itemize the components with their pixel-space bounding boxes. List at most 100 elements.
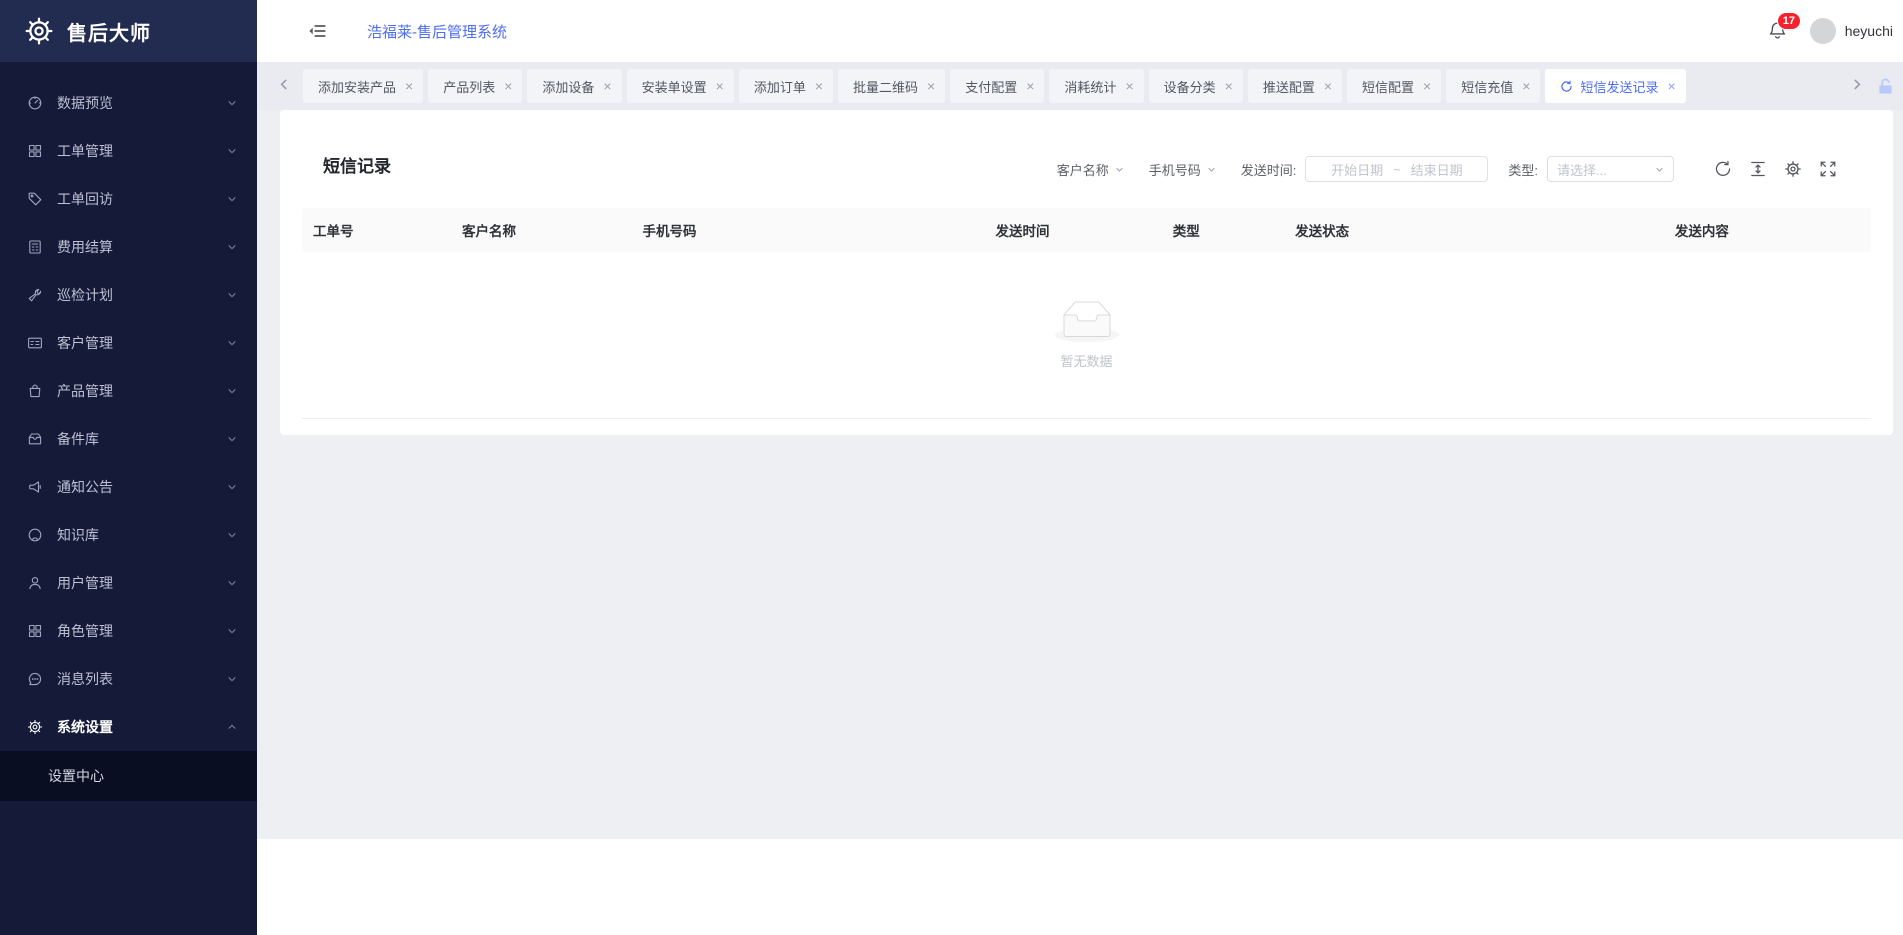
gear-logo-icon: [24, 16, 54, 46]
avatar[interactable]: [1810, 18, 1836, 44]
chevron-down-icon: [227, 386, 237, 396]
tab-close-icon[interactable]: ×: [1423, 79, 1431, 93]
tab-close-icon[interactable]: ×: [405, 79, 413, 93]
tabs-scroll-right-icon[interactable]: [1850, 78, 1866, 94]
tab-close-icon[interactable]: ×: [504, 79, 512, 93]
sidebar-item-users[interactable]: 用户管理: [0, 559, 257, 607]
tab-close-icon[interactable]: ×: [716, 79, 724, 93]
tab-add-install-product[interactable]: 添加安装产品 ×: [303, 69, 423, 103]
tab-close-icon[interactable]: ×: [1225, 79, 1233, 93]
column-header: 类型: [1162, 220, 1284, 240]
sidebar-item-announcements[interactable]: 通知公告: [0, 463, 257, 511]
customer-name-filter-dropdown[interactable]: 客户名称: [1057, 160, 1124, 179]
sidebar-item-inspection-plan[interactable]: 巡检计划: [0, 271, 257, 319]
sidebar-item-label: 工单回访: [57, 189, 227, 209]
tab-label: 安装单设置: [642, 77, 707, 96]
tab-close-icon[interactable]: ×: [815, 79, 823, 93]
tab-close-icon[interactable]: ×: [603, 79, 611, 93]
phone-number-filter-dropdown[interactable]: 手机号码: [1149, 160, 1216, 179]
sidebar-item-knowledge-base[interactable]: 知识库: [0, 511, 257, 559]
tab-device-category[interactable]: 设备分类×: [1149, 69, 1243, 103]
date-range-input[interactable]: 开始日期 ~ 结束日期: [1305, 156, 1488, 182]
empty-state: 暂无数据: [302, 252, 1871, 419]
sidebar-item-spare-parts[interactable]: 备件库: [0, 415, 257, 463]
tab-label: 短信配置: [1362, 77, 1414, 96]
sidebar-subitem-settings-center[interactable]: 设置中心: [0, 751, 257, 801]
app-logo: 售后大师: [0, 0, 257, 62]
wrench-icon: [27, 287, 43, 303]
table-header-row: 工单号 客户名称 手机号码 发送时间 类型 发送状态 发送内容: [302, 208, 1871, 252]
column-header: 客户名称: [451, 220, 631, 240]
tab-close-icon[interactable]: ×: [1125, 79, 1133, 93]
fullscreen-icon[interactable]: [1819, 160, 1837, 178]
tab-label: 消耗统计: [1064, 77, 1116, 96]
notification-badge: 17: [1777, 12, 1801, 30]
tab-label: 添加安装产品: [318, 77, 396, 96]
tab-close-icon[interactable]: ×: [1667, 79, 1675, 93]
sidebar-item-messages[interactable]: 消息列表: [0, 655, 257, 703]
sidebar-item-roles[interactable]: 角色管理: [0, 607, 257, 655]
chevron-down-icon: [227, 434, 237, 444]
tab-close-icon[interactable]: ×: [1324, 79, 1332, 93]
tab-sms-send-records[interactable]: 短信发送记录×: [1545, 69, 1685, 103]
chevron-down-icon: [227, 146, 237, 156]
tab-payment-config[interactable]: 支付配置 ×: [950, 69, 1044, 103]
column-header: 发送时间: [984, 220, 1161, 240]
sidebar-subitem-label: 设置中心: [48, 766, 104, 786]
tab-add-order[interactable]: 添加订单×: [739, 69, 833, 103]
tab-close-icon[interactable]: ×: [927, 79, 935, 93]
sidebar-item-fee-settlement[interactable]: 费用结算: [0, 223, 257, 271]
idcard-icon: [27, 335, 43, 351]
tabs-scroll-left-icon[interactable]: [277, 78, 293, 94]
sidebar-item-work-orders[interactable]: 工单管理: [0, 127, 257, 175]
sidebar-item-data-preview[interactable]: 数据预览: [0, 79, 257, 127]
tab-label: 短信充值: [1461, 77, 1513, 96]
tab-sms-config[interactable]: 短信配置 ×: [1347, 69, 1441, 103]
type-select[interactable]: 请选择...: [1547, 156, 1674, 182]
tab-push-config[interactable]: 推送配置 ×: [1248, 69, 1342, 103]
tab-label: 支付配置: [965, 77, 1017, 96]
chevron-down-icon: [1655, 165, 1664, 174]
header-right: 17 heyuchi: [1768, 18, 1903, 44]
sidebar-item-products[interactable]: 产品管理: [0, 367, 257, 415]
sidebar-item-customers[interactable]: 客户管理: [0, 319, 257, 367]
chevron-down-icon: [227, 482, 237, 492]
refresh-icon[interactable]: [1714, 160, 1732, 178]
sidebar-item-label: 消息列表: [57, 669, 227, 689]
tab-install-order-settings[interactable]: 安装单设置 ×: [627, 69, 734, 103]
tab-label: 推送配置: [1263, 77, 1315, 96]
sidebar-item-label: 客户管理: [57, 333, 227, 353]
sidebar-item-label: 工单管理: [57, 141, 227, 161]
sidebar-item-system-settings[interactable]: 系统设置: [0, 703, 257, 751]
tag-icon: [27, 191, 43, 207]
sidebar-item-label: 巡检计划: [57, 285, 227, 305]
column-height-icon[interactable]: [1749, 160, 1767, 178]
sidebar-item-order-followup[interactable]: 工单回访: [0, 175, 257, 223]
type-label: 类型:: [1508, 160, 1538, 179]
unlock-icon[interactable]: [1876, 77, 1895, 96]
tab-label: 添加设备: [542, 77, 594, 96]
sidebar-item-label: 产品管理: [57, 381, 227, 401]
user-icon: [27, 575, 43, 591]
tab-close-icon[interactable]: ×: [1026, 79, 1034, 93]
chevron-down-icon: [227, 626, 237, 636]
content-area: 短信记录 客户名称 手机号码 发送时间: 开始日期 ~ 结束日期 类型: 请选择…: [257, 110, 1903, 839]
chevron-down-icon: [227, 290, 237, 300]
gear-icon[interactable]: [1784, 160, 1802, 178]
tab-consumption-stats[interactable]: 消耗统计 ×: [1049, 69, 1143, 103]
tab-label: 批量二维码: [853, 77, 918, 96]
sidebar-item-label: 系统设置: [57, 717, 227, 737]
tab-sms-recharge[interactable]: 短信充值 ×: [1446, 69, 1540, 103]
tab-batch-qrcode[interactable]: 批量二维码 ×: [838, 69, 945, 103]
tab-add-device[interactable]: 添加设备 ×: [527, 69, 621, 103]
tab-close-icon[interactable]: ×: [1522, 79, 1530, 93]
menu-fold-icon[interactable]: [307, 21, 327, 41]
chevron-down-icon: [227, 578, 237, 588]
chevron-up-icon: [227, 722, 237, 732]
sidebar-item-label: 备件库: [57, 429, 227, 449]
tab-product-list[interactable]: 产品列表×: [428, 69, 522, 103]
empty-box-icon: [1055, 301, 1119, 342]
chevron-down-icon: [227, 194, 237, 204]
date-end-placeholder: 结束日期: [1411, 160, 1463, 179]
notification-bell-icon[interactable]: 17: [1768, 21, 1788, 41]
